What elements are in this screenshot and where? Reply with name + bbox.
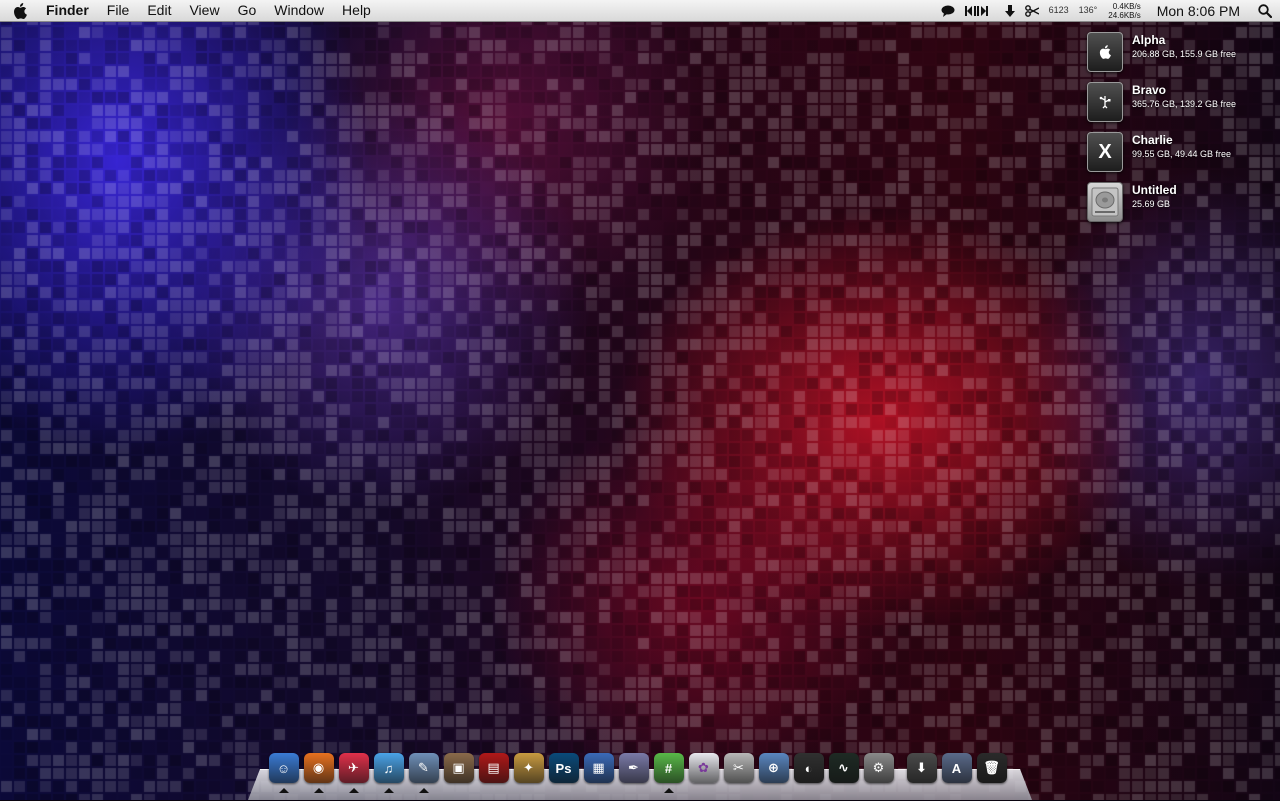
photo-viewer-icon: ▦ xyxy=(583,753,614,783)
disk-info: 206.88 GB, 155.9 GB free xyxy=(1132,49,1237,59)
menu-go[interactable]: Go xyxy=(229,0,266,21)
network-utility-icon: ⊕ xyxy=(758,753,789,783)
speech-bubble-icon[interactable] xyxy=(936,5,960,17)
menu-edit[interactable]: Edit xyxy=(138,0,180,21)
spotlight-search-icon[interactable] xyxy=(1250,3,1280,18)
dock-text-editor[interactable]: ✿ xyxy=(686,753,721,793)
apple-menu-icon[interactable] xyxy=(0,2,40,19)
menu-app-finder[interactable]: Finder xyxy=(40,0,98,21)
running-indicator xyxy=(314,788,324,793)
desktop-disk-untitled[interactable]: Untitled 25.69 GB xyxy=(1087,182,1267,226)
net-upload-rate: 0.4KB/s xyxy=(1112,1,1141,11)
dock-cyberduck[interactable]: ◐ xyxy=(791,753,826,793)
desktop-disk-charlie[interactable]: X Charlie 99.55 GB, 49.44 GB free xyxy=(1087,132,1267,176)
usb-disk-icon xyxy=(1087,82,1123,122)
dock-system-preferences[interactable]: ⚙ xyxy=(861,753,896,793)
desktop-disk-alpha[interactable]: Alpha 206.88 GB, 155.9 GB free xyxy=(1087,32,1267,76)
counter-readout[interactable]: 6123 xyxy=(1044,0,1074,21)
net-download-rate: 24.6KB/s xyxy=(1108,10,1141,20)
itunes-icon: ♫ xyxy=(373,753,404,783)
menu-view[interactable]: View xyxy=(180,0,228,21)
dock-preview[interactable]: ✎ xyxy=(406,753,441,793)
dock-photo-viewer[interactable]: ▦ xyxy=(581,753,616,793)
menu-clock[interactable]: Mon 8:06 PM xyxy=(1147,3,1250,19)
network-meter[interactable]: 0.4KB/s 24.6KB/s xyxy=(1102,2,1146,20)
menu-file[interactable]: File xyxy=(98,0,139,21)
desktop-disk-bravo[interactable]: Bravo 365.76 GB, 139.2 GB free xyxy=(1087,82,1267,126)
preview-icon: ✎ xyxy=(408,753,439,783)
adium-icon: # xyxy=(653,753,684,783)
iphoto-icon: ▣ xyxy=(443,753,474,783)
dock-finder[interactable]: ☺ xyxy=(266,753,301,793)
finder-icon: ☺ xyxy=(268,753,299,783)
dock-adium[interactable]: # xyxy=(651,753,686,793)
apple-disk-icon xyxy=(1087,32,1123,72)
temperature-readout[interactable]: 136° xyxy=(1074,0,1103,21)
firefox-icon: ◉ xyxy=(303,753,334,783)
mail-pilot-icon: ✈ xyxy=(338,753,369,783)
system-preferences-icon: ⚙ xyxy=(863,753,894,783)
script-editor-icon: ✒ xyxy=(618,753,649,783)
dock-aperture[interactable]: ✦ xyxy=(511,753,546,793)
disk-name: Untitled xyxy=(1132,183,1177,197)
applications-stack-icon: A xyxy=(941,753,972,783)
hard-drive-icon xyxy=(1087,182,1123,222)
dock-firefox[interactable]: ◉ xyxy=(301,753,336,793)
aperture-icon: ✦ xyxy=(513,753,544,783)
dock-iphoto[interactable]: ▣ xyxy=(441,753,476,793)
disk-name: Bravo xyxy=(1132,83,1167,97)
disk-info: 99.55 GB, 49.44 GB free xyxy=(1132,149,1232,159)
photoshop-icon: Ps xyxy=(548,753,579,783)
running-indicator xyxy=(349,788,359,793)
scissors-icon[interactable] xyxy=(1020,4,1044,17)
dock-network-utility[interactable]: ⊕ xyxy=(756,753,791,793)
disk-name: Charlie xyxy=(1132,133,1173,147)
dock: ☺ ◉ ✈ ♫ ✎ ▣ ▤ ✦ Ps ▦ ✒ # ✿ ✂ ⊕ ◐ ∿ ⚙ ⬇ A 🗑 xyxy=(266,753,1009,793)
menu-window[interactable]: Window xyxy=(265,0,333,21)
running-indicator xyxy=(384,788,394,793)
dock-downloads-stack[interactable]: ⬇ xyxy=(904,753,939,793)
x-disk-icon: X xyxy=(1087,132,1123,172)
dock-photo-booth[interactable]: ▤ xyxy=(476,753,511,793)
dock-trash[interactable]: 🗑 xyxy=(974,753,1009,793)
running-indicator xyxy=(664,788,674,793)
dock-applications-stack[interactable]: A xyxy=(939,753,974,793)
running-indicator xyxy=(279,788,289,793)
dock-textmate[interactable]: ✂ xyxy=(721,753,756,793)
cyberduck-icon: ◐ xyxy=(793,753,824,783)
disk-info: 365.76 GB, 139.2 GB free xyxy=(1132,99,1237,109)
text-editor-icon: ✿ xyxy=(688,753,719,783)
downloads-stack-icon: ⬇ xyxy=(906,753,937,783)
dock-script-editor[interactable]: ✒ xyxy=(616,753,651,793)
media-controls-icon[interactable] xyxy=(960,5,1000,16)
trash-icon: 🗑 xyxy=(976,753,1007,783)
photo-booth-icon: ▤ xyxy=(478,753,509,783)
download-arrow-icon[interactable] xyxy=(1000,4,1020,17)
dock-itunes[interactable]: ♫ xyxy=(371,753,406,793)
textmate-icon: ✂ xyxy=(723,753,754,783)
menu-bar: Finder File Edit View Go Window Help 612… xyxy=(0,0,1280,22)
activity-monitor-icon: ∿ xyxy=(828,753,859,783)
disk-name: Alpha xyxy=(1132,33,1166,47)
disk-info: 25.69 GB xyxy=(1132,199,1171,209)
dock-photoshop[interactable]: Ps xyxy=(546,753,581,793)
dock-activity-monitor[interactable]: ∿ xyxy=(826,753,861,793)
running-indicator xyxy=(419,788,429,793)
dock-mail-pilot[interactable]: ✈ xyxy=(336,753,371,793)
menu-help[interactable]: Help xyxy=(333,0,380,21)
